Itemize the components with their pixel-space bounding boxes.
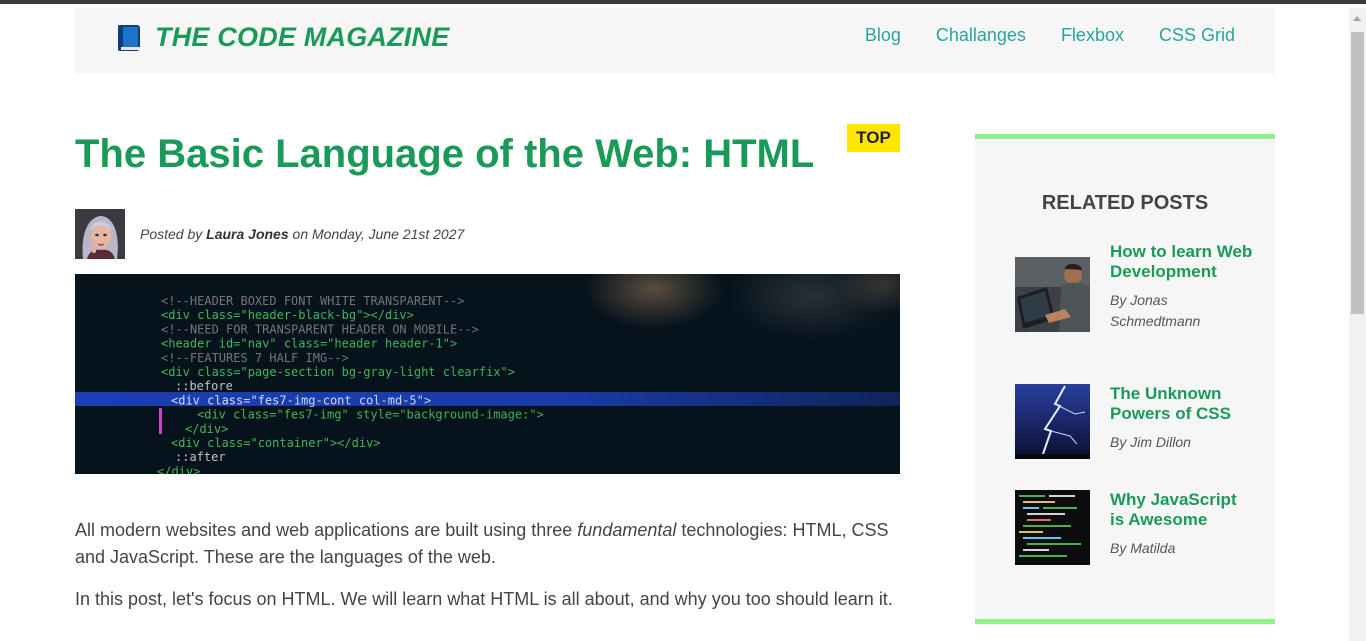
related-post-author: By Matilda <box>1110 540 1176 556</box>
second-paragraph: In this post, let's focus on HTML. We wi… <box>75 589 893 609</box>
post-date: on Monday, June 21st 2027 <box>288 226 465 242</box>
brand[interactable]: THE CODE MAGAZINE <box>115 22 449 53</box>
related-post-author: By Jonas Schmedtmann <box>1110 292 1201 329</box>
related-post[interactable]: Why JavaScript is Awesome By Matilda <box>1015 490 1255 565</box>
author-avatar <box>75 209 125 259</box>
page-scrollbar[interactable] <box>1349 8 1366 641</box>
nav-link-challanges[interactable]: Challanges <box>936 25 1026 46</box>
intro-emphasis: fundamental <box>577 520 677 540</box>
post-author[interactable]: Laura Jones <box>206 226 288 242</box>
related-post-title[interactable]: How to learn Web Development <box>1110 242 1255 282</box>
related-posts-title: RELATED POSTS <box>1041 192 1209 214</box>
byline-prefix: Posted by <box>140 226 207 242</box>
related-post-thumbnail[interactable] <box>1015 257 1090 332</box>
post-byline: Posted by Laura Jones on Monday, June 21… <box>140 226 464 242</box>
related-post-thumbnail[interactable] <box>1015 384 1090 459</box>
main-nav: Blog Challanges Flexbox CSS Grid <box>865 25 1235 46</box>
intro-text-a: All modern websites and web applications… <box>75 520 578 540</box>
nav-link-css-grid[interactable]: CSS Grid <box>1159 25 1235 46</box>
related-post[interactable]: How to learn Web Development By Jonas Sc… <box>1015 242 1255 332</box>
related-post-thumbnail[interactable] <box>1015 490 1090 565</box>
related-posts-sidebar: RELATED POSTS How to learn Web Developme… <box>975 134 1275 624</box>
top-badge: TOP <box>847 124 900 152</box>
scroll-up-arrow-icon[interactable] <box>1353 16 1361 21</box>
related-post-title[interactable]: The Unknown Powers of CSS <box>1110 384 1255 424</box>
related-post[interactable]: The Unknown Powers of CSS By Jim Dillon <box>1015 384 1255 459</box>
site-header: THE CODE MAGAZINE Blog Challanges Flexbo… <box>75 8 1275 74</box>
book-icon <box>115 23 141 53</box>
brand-title[interactable]: THE CODE MAGAZINE <box>155 22 449 53</box>
hero-image: <!--HEADER BOXED FONT WHITE TRANSPARENT-… <box>75 274 900 474</box>
post-title: The Basic Language of the Web: HTML <box>75 132 815 176</box>
related-post-author: By Jim Dillon <box>1110 434 1191 450</box>
post-meta: Posted by Laura Jones on Monday, June 21… <box>75 209 464 259</box>
related-post-title[interactable]: Why JavaScript is Awesome <box>1110 490 1255 530</box>
scrollbar-thumb[interactable] <box>1351 32 1364 314</box>
nav-link-flexbox[interactable]: Flexbox <box>1061 25 1124 46</box>
intro-paragraph: All modern websites and web applications… <box>75 517 905 571</box>
nav-link-blog[interactable]: Blog <box>865 25 901 46</box>
